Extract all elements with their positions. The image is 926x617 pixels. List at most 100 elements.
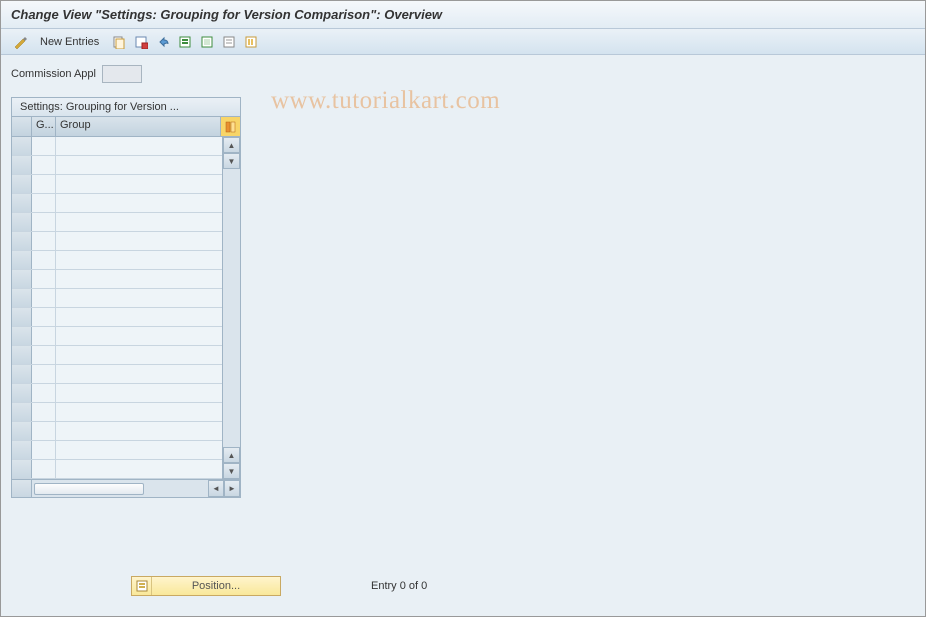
cell-col2[interactable] xyxy=(56,289,222,307)
table-row[interactable] xyxy=(12,194,222,213)
cell-col2[interactable] xyxy=(56,213,222,231)
table-row[interactable] xyxy=(12,327,222,346)
table-header-col2[interactable]: Group xyxy=(56,117,220,136)
undo-change-icon[interactable] xyxy=(154,33,172,51)
scroll-track[interactable] xyxy=(223,169,240,447)
table-config-icon[interactable] xyxy=(220,117,240,136)
scroll-up-icon[interactable]: ▲ xyxy=(223,137,240,153)
cell-col1[interactable] xyxy=(32,422,56,440)
cell-col1[interactable] xyxy=(32,327,56,345)
table-row[interactable] xyxy=(12,213,222,232)
row-selector[interactable] xyxy=(12,289,32,307)
cell-col1[interactable] xyxy=(32,156,56,174)
row-selector[interactable] xyxy=(12,403,32,421)
row-selector[interactable] xyxy=(12,194,32,212)
cell-col1[interactable] xyxy=(32,460,56,478)
configure-icon[interactable] xyxy=(242,33,260,51)
cell-col2[interactable] xyxy=(56,156,222,174)
delete-icon[interactable] xyxy=(132,33,150,51)
hscroll-thumb[interactable] xyxy=(34,483,144,495)
table-row[interactable] xyxy=(12,384,222,403)
row-selector[interactable] xyxy=(12,270,32,288)
deselect-all-icon[interactable] xyxy=(220,33,238,51)
hscroll-track[interactable] xyxy=(32,480,208,497)
table-row[interactable] xyxy=(12,441,222,460)
table-row[interactable] xyxy=(12,422,222,441)
scroll-up-small-icon[interactable]: ▲ xyxy=(223,447,240,463)
cell-col2[interactable] xyxy=(56,232,222,250)
cell-col1[interactable] xyxy=(32,137,56,155)
row-selector[interactable] xyxy=(12,137,32,155)
scroll-left-icon[interactable]: ◄ xyxy=(208,480,224,497)
row-selector[interactable] xyxy=(12,308,32,326)
cell-col1[interactable] xyxy=(32,346,56,364)
row-selector[interactable] xyxy=(12,327,32,345)
scroll-right-icon[interactable]: ► xyxy=(224,480,240,497)
row-selector[interactable] xyxy=(12,441,32,459)
row-selector[interactable] xyxy=(12,175,32,193)
cell-col1[interactable] xyxy=(32,213,56,231)
cell-col2[interactable] xyxy=(56,251,222,269)
table-row[interactable] xyxy=(12,308,222,327)
table-row[interactable] xyxy=(12,289,222,308)
scroll-down-small-icon[interactable]: ▼ xyxy=(223,153,240,169)
position-label: Position... xyxy=(152,580,280,592)
vertical-scrollbar[interactable]: ▲ ▼ ▲ ▼ xyxy=(222,137,240,479)
row-selector[interactable] xyxy=(12,365,32,383)
cell-col1[interactable] xyxy=(32,441,56,459)
row-selector[interactable] xyxy=(12,232,32,250)
cell-col2[interactable] xyxy=(56,308,222,326)
cell-col2[interactable] xyxy=(56,441,222,459)
new-entries-button[interactable]: New Entries xyxy=(33,33,106,51)
cell-col2[interactable] xyxy=(56,137,222,155)
cell-col2[interactable] xyxy=(56,365,222,383)
cell-col1[interactable] xyxy=(32,365,56,383)
table-row[interactable] xyxy=(12,251,222,270)
commission-input[interactable] xyxy=(102,65,142,83)
cell-col2[interactable] xyxy=(56,175,222,193)
cell-col1[interactable] xyxy=(32,270,56,288)
table-row[interactable] xyxy=(12,137,222,156)
horizontal-scrollbar[interactable]: ◄ ► xyxy=(12,479,240,497)
commission-label: Commission Appl xyxy=(11,68,96,80)
row-selector[interactable] xyxy=(12,346,32,364)
cell-col1[interactable] xyxy=(32,232,56,250)
cell-col2[interactable] xyxy=(56,194,222,212)
cell-col1[interactable] xyxy=(32,175,56,193)
table-row[interactable] xyxy=(12,156,222,175)
cell-col1[interactable] xyxy=(32,403,56,421)
cell-col2[interactable] xyxy=(56,422,222,440)
table-header-col1[interactable]: G... xyxy=(32,117,56,136)
row-selector[interactable] xyxy=(12,156,32,174)
row-selector[interactable] xyxy=(12,384,32,402)
table-row[interactable] xyxy=(12,365,222,384)
table-header-selector[interactable] xyxy=(12,117,32,136)
table-row[interactable] xyxy=(12,346,222,365)
row-selector[interactable] xyxy=(12,460,32,478)
cell-col2[interactable] xyxy=(56,327,222,345)
row-selector[interactable] xyxy=(12,251,32,269)
table-row[interactable] xyxy=(12,403,222,422)
select-block-icon[interactable] xyxy=(198,33,216,51)
cell-col1[interactable] xyxy=(32,251,56,269)
cell-col2[interactable] xyxy=(56,460,222,478)
table-row[interactable] xyxy=(12,270,222,289)
cell-col2[interactable] xyxy=(56,346,222,364)
cell-col2[interactable] xyxy=(56,403,222,421)
cell-col1[interactable] xyxy=(32,194,56,212)
cell-col1[interactable] xyxy=(32,289,56,307)
table-row[interactable] xyxy=(12,460,222,479)
row-selector[interactable] xyxy=(12,213,32,231)
cell-col2[interactable] xyxy=(56,270,222,288)
copy-as-icon[interactable] xyxy=(110,33,128,51)
cell-col1[interactable] xyxy=(32,308,56,326)
table-row[interactable] xyxy=(12,175,222,194)
position-button[interactable]: Position... xyxy=(131,576,281,596)
scroll-down-icon[interactable]: ▼ xyxy=(223,463,240,479)
table-row[interactable] xyxy=(12,232,222,251)
toggle-display-change-icon[interactable] xyxy=(11,33,29,51)
cell-col2[interactable] xyxy=(56,384,222,402)
row-selector[interactable] xyxy=(12,422,32,440)
cell-col1[interactable] xyxy=(32,384,56,402)
select-all-icon[interactable] xyxy=(176,33,194,51)
